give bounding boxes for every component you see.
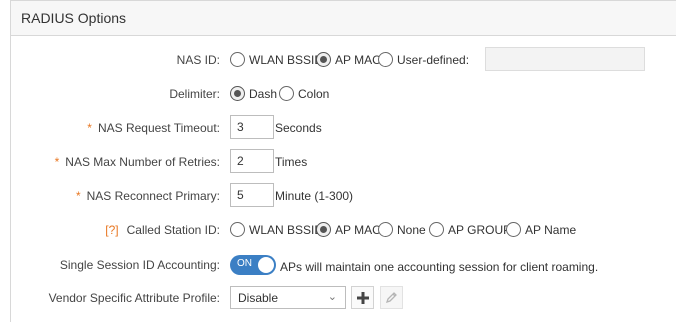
- vendor-profile-select[interactable]: Disable ⌄: [230, 286, 346, 309]
- nas-id-option-wlan-bssid[interactable]: WLAN BSSID: [249, 53, 323, 67]
- single-session-description: APs will maintain one accounting session…: [280, 260, 599, 274]
- vendor-profile-label: Vendor Specific Attribute Profile:: [48, 291, 220, 305]
- nas-request-timeout-unit: Seconds: [275, 121, 322, 135]
- called-station-radio-ap-mac[interactable]: [316, 222, 331, 237]
- called-station-option-none[interactable]: None: [397, 223, 426, 237]
- called-station-option-ap-mac[interactable]: AP MAC: [335, 223, 381, 237]
- nas-id-user-defined-input[interactable]: [485, 47, 645, 71]
- toggle-state-text: ON: [237, 258, 252, 269]
- nas-reconnect-primary-unit: Minute (1-300): [275, 189, 354, 203]
- chevron-down-icon: ⌄: [327, 291, 337, 303]
- called-station-id-text: Called Station ID:: [126, 223, 220, 237]
- called-station-radio-ap-group[interactable]: [429, 222, 444, 237]
- single-session-toggle[interactable]: ON: [230, 255, 276, 275]
- called-station-radio-none[interactable]: [378, 222, 393, 237]
- panel-title: RADIUS Options: [21, 10, 127, 26]
- nas-id-option-ap-mac[interactable]: AP MAC: [335, 53, 381, 67]
- plus-icon: [356, 291, 369, 304]
- nas-request-timeout-input[interactable]: [230, 115, 274, 139]
- nas-request-timeout-text: NAS Request Timeout:: [97, 121, 220, 135]
- required-mark: *: [54, 155, 60, 169]
- delimiter-option-dash[interactable]: Dash: [249, 87, 277, 101]
- called-station-option-wlan-bssid[interactable]: WLAN BSSID: [249, 223, 323, 237]
- required-mark: *: [87, 121, 92, 135]
- vendor-profile-selected: Disable: [238, 291, 279, 305]
- called-station-id-label: [?] Called Station ID:: [105, 223, 220, 237]
- nas-id-label: NAS ID:: [176, 53, 220, 67]
- nas-reconnect-primary-input[interactable]: [230, 183, 274, 207]
- add-profile-button[interactable]: [351, 286, 374, 309]
- nas-id-radio-wlan-bssid[interactable]: [230, 52, 245, 67]
- nas-max-retries-input[interactable]: [230, 149, 274, 173]
- required-mark: *: [75, 189, 81, 203]
- called-station-radio-wlan-bssid[interactable]: [230, 222, 245, 237]
- edit-profile-button[interactable]: [380, 286, 403, 309]
- nas-max-retries-label: * NAS Max Number of Retries:: [55, 155, 220, 169]
- nas-reconnect-primary-text: NAS Reconnect Primary:: [86, 189, 220, 203]
- delimiter-label: Delimiter:: [169, 87, 220, 101]
- nas-request-timeout-label: * NAS Request Timeout:: [87, 121, 220, 135]
- nas-max-retries-unit: Times: [275, 155, 308, 169]
- toggle-knob: [258, 257, 274, 273]
- called-station-option-ap-group[interactable]: AP GROUP: [448, 223, 511, 237]
- panel-header: RADIUS Options: [10, 0, 676, 36]
- delimiter-radio-dash[interactable]: [230, 86, 245, 101]
- help-hint-link[interactable]: [?]: [105, 223, 118, 237]
- nas-id-option-user-defined[interactable]: User-defined:: [397, 53, 469, 67]
- nas-id-radio-user-defined[interactable]: [378, 52, 393, 67]
- called-station-option-ap-name[interactable]: AP Name: [525, 223, 576, 237]
- nas-id-radio-ap-mac[interactable]: [316, 52, 331, 67]
- pencil-icon: [385, 292, 397, 304]
- delimiter-radio-colon[interactable]: [279, 86, 294, 101]
- called-station-radio-ap-name[interactable]: [506, 222, 521, 237]
- nas-reconnect-primary-label: * NAS Reconnect Primary:: [76, 189, 220, 203]
- nas-max-retries-text: NAS Max Number of Retries:: [65, 155, 220, 169]
- delimiter-option-colon[interactable]: Colon: [298, 87, 329, 101]
- single-session-label: Single Session ID Accounting:: [59, 258, 220, 272]
